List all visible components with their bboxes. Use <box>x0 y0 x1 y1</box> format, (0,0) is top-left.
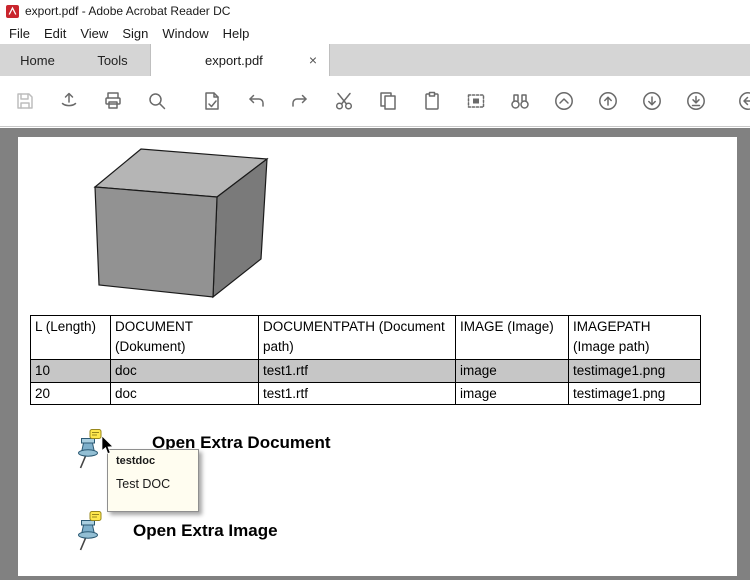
save-icon[interactable] <box>13 89 37 113</box>
document-pane[interactable]: L (Length) DOCUMENT (Dokument) DOCUMENTP… <box>0 128 750 580</box>
pushpin-annotation-document[interactable] <box>75 429 102 476</box>
copy-icon[interactable] <box>376 89 400 113</box>
pdf-page: L (Length) DOCUMENT (Dokument) DOCUMENTP… <box>18 137 737 576</box>
collapse-icon[interactable] <box>552 89 576 113</box>
cut-icon[interactable] <box>332 89 356 113</box>
export-pdf-icon[interactable] <box>200 89 224 113</box>
table-row-selected[interactable]: 10 doc test1.rtf image testimage1.png <box>30 359 701 383</box>
pushpin-icon[interactable] <box>75 429 102 471</box>
menu-bar: File Edit View Sign Window Help <box>0 22 750 44</box>
cell: image <box>455 381 569 406</box>
share-icon[interactable] <box>57 89 81 113</box>
table-header-row: L (Length) DOCUMENT (Dokument) DOCUMENTP… <box>30 315 701 360</box>
window-title: export.pdf - Adobe Acrobat Reader DC <box>25 4 231 18</box>
zoom-icon[interactable] <box>145 89 169 113</box>
page-down-icon[interactable] <box>640 89 664 113</box>
adobe-pdf-icon <box>6 4 19 18</box>
cell: test1.rtf <box>258 381 456 406</box>
col-header-document: DOCUMENT (Dokument) <box>110 315 259 360</box>
title-bar: export.pdf - Adobe Acrobat Reader DC <box>0 0 750 22</box>
tab-home[interactable]: Home <box>0 44 75 76</box>
redo-icon[interactable] <box>288 89 312 113</box>
close-tab-icon[interactable]: × <box>307 53 319 67</box>
cell: 20 <box>30 381 111 406</box>
print-icon[interactable] <box>101 89 125 113</box>
mouse-cursor <box>101 436 114 455</box>
menu-item-sign[interactable]: Sign <box>115 24 155 43</box>
tab-bar: Home Tools export.pdf × <box>0 44 750 76</box>
pushpin-icon[interactable] <box>75 511 102 553</box>
undo-icon[interactable] <box>244 89 268 113</box>
tab-tools[interactable]: Tools <box>75 44 150 76</box>
menu-item-view[interactable]: View <box>73 24 115 43</box>
col-header-imagepath: IMAGEPATH (Image path) <box>568 315 701 360</box>
col-header-image: IMAGE (Image) <box>455 315 569 360</box>
tooltip-body: Test DOC <box>116 477 171 491</box>
cell: testimage1.png <box>568 381 701 406</box>
find-binoculars-icon[interactable] <box>508 89 532 113</box>
menu-item-window[interactable]: Window <box>155 24 215 43</box>
cell: test1.rtf <box>258 359 456 383</box>
table-row[interactable]: 20 doc test1.rtf image testimage1.png <box>30 381 701 406</box>
previous-view-icon[interactable] <box>736 89 750 113</box>
annotation-tooltip: testdoc Test DOC <box>107 449 199 512</box>
menu-item-file[interactable]: File <box>2 24 37 43</box>
tooltip-title: testdoc <box>116 455 156 467</box>
open-extra-image-label: Open Extra Image <box>133 521 278 540</box>
cell: doc <box>110 381 259 406</box>
cell: image <box>455 359 569 383</box>
last-page-icon[interactable] <box>684 89 708 113</box>
menu-item-edit[interactable]: Edit <box>37 24 73 43</box>
menu-item-help[interactable]: Help <box>216 24 257 43</box>
cube-image <box>93 148 269 299</box>
col-header-documentpath: DOCUMENTPATH (Document path) <box>258 315 456 360</box>
pushpin-annotation-image[interactable] <box>75 511 102 558</box>
col-header-length: L (Length) <box>30 315 111 360</box>
tab-document[interactable]: export.pdf × <box>150 44 330 76</box>
snapshot-icon[interactable] <box>464 89 488 113</box>
cell: testimage1.png <box>568 359 701 383</box>
pdf-table: L (Length) DOCUMENT (Dokument) DOCUMENTP… <box>30 315 701 406</box>
cell: 10 <box>30 359 111 383</box>
cell: doc <box>110 359 259 383</box>
toolbar <box>0 76 750 127</box>
page-up-icon[interactable] <box>596 89 620 113</box>
clipboard-icon[interactable] <box>420 89 444 113</box>
tab-document-label: export.pdf <box>204 52 263 68</box>
